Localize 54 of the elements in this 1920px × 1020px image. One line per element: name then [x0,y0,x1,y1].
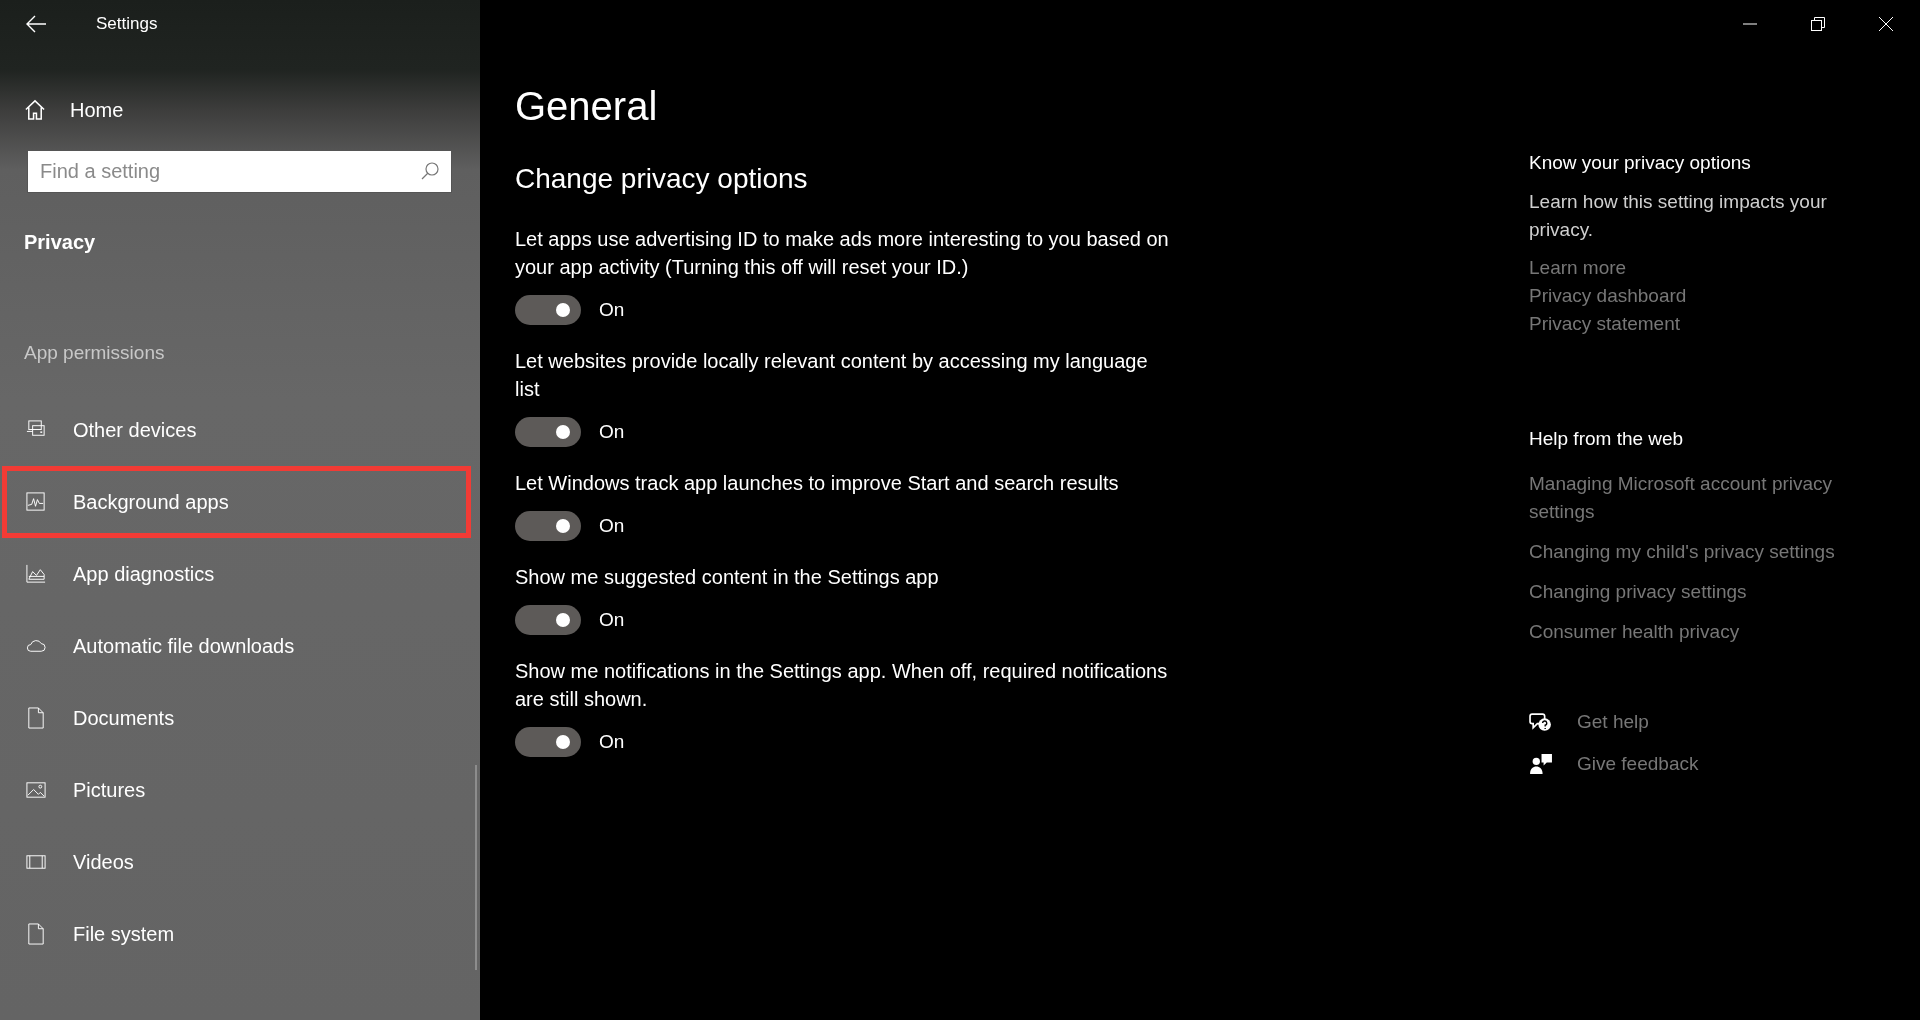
action-link[interactable]: Give feedback [1529,752,1889,776]
toggle-state: On [599,299,625,321]
link[interactable]: Changing privacy settings [1529,578,1747,606]
close-icon [1878,16,1894,32]
nav-item[interactable]: Pictures [2,754,471,826]
section-heading: Privacy [24,231,97,254]
nav-item[interactable]: File system [2,898,471,970]
home-nav-item[interactable]: Home [0,88,480,132]
chat-help-icon [1529,710,1553,734]
area-chart-icon [25,563,47,585]
link[interactable]: Privacy statement [1529,310,1680,338]
person-chat-icon [1529,752,1553,776]
activity-chart-icon [25,491,47,513]
search-icon [420,161,440,181]
nav-item[interactable]: Other devices [2,394,471,466]
link[interactable]: Learn more [1529,254,1627,282]
toggle-state: On [599,609,625,631]
toggle-switch[interactable] [515,511,581,541]
link[interactable]: Managing Microsoft account privacy settings [1529,470,1889,526]
toggle-switch[interactable] [515,605,581,635]
link[interactable]: Changing my child's privacy settings [1529,538,1835,566]
home-icon [24,99,46,121]
setting-label: Show me notifications in the Settings app. When off, required notifications are still shown. [515,659,1169,712]
group-heading: App permissions [24,342,166,364]
nav-item[interactable]: Videos [2,826,471,898]
toggle-state: On [599,421,625,443]
picture-icon [25,779,47,801]
document-icon [25,923,47,945]
setting-label: Show me suggested content in the Settings app [515,565,940,590]
nav-item[interactable]: Documents [2,682,471,754]
toggle-state: On [599,731,625,753]
toggle-state: On [599,515,625,537]
link[interactable]: Consumer health privacy [1529,618,1740,646]
side-heading: Know your privacy options [1529,152,1752,174]
page-title: General [515,84,659,129]
restore-icon [1811,17,1825,31]
search-field[interactable]: Find a setting [27,150,452,193]
toggle-switch[interactable] [515,417,581,447]
side-heading: Help from the web [1529,428,1685,450]
side-text: Learn how this setting impacts your privacy. [1529,190,1828,242]
nav-item[interactable]: App diagnostics [2,538,471,610]
section-title: Change privacy options [515,163,809,195]
setting-label: Let websites provide locally relevant content by accessing my language list [515,349,1149,402]
scrollbar[interactable] [475,765,477,970]
toggle-switch[interactable] [515,727,581,757]
nav-item[interactable]: Automatic file downloads [2,610,471,682]
action-link[interactable]: Get help [1529,710,1889,734]
link[interactable]: Privacy dashboard [1529,282,1687,310]
setting-label: Let apps use advertising ID to make ads more interesting to you based on your app activity (Turning this off will reset your ID.) [515,227,1170,280]
toggle-switch[interactable] [515,295,581,325]
document-icon [25,707,47,729]
setting-label: Let Windows track app launches to improve Start and search results [515,471,1120,496]
nav-item[interactable]: Background apps [2,466,471,538]
window-title: Settings [96,14,158,34]
